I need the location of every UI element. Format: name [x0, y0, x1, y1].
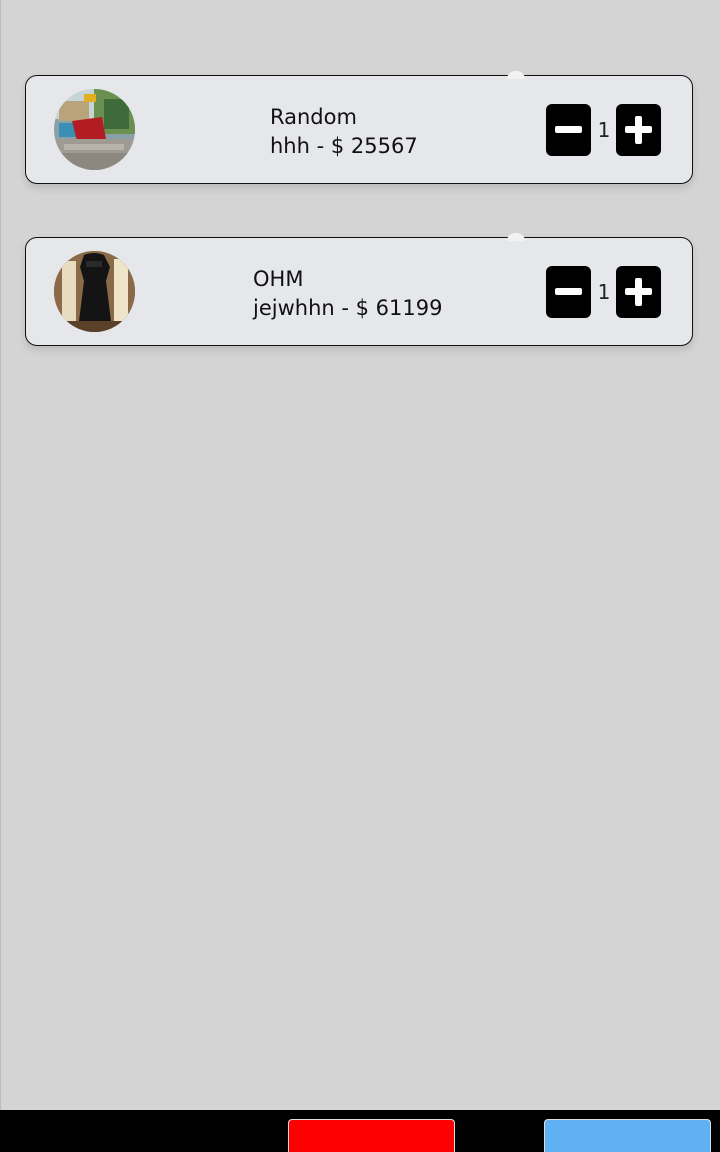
- cart-screen: Random hhh - $ 25567 1 OHM jejwhhn - $ 6…: [0, 0, 720, 1152]
- minus-icon: [555, 126, 582, 133]
- item-info: OHM jejwhhn - $ 61199: [253, 265, 442, 323]
- card-notch: [507, 71, 525, 79]
- clear-cart-button[interactable]: [288, 1119, 455, 1152]
- checkout-button[interactable]: [544, 1119, 711, 1152]
- cart-item-card: OHM jejwhhn - $ 61199 1: [25, 233, 693, 346]
- quantity-value: 1: [597, 280, 611, 304]
- minus-icon: [555, 288, 582, 295]
- decrease-quantity-button[interactable]: [546, 266, 591, 318]
- cart-item-card: Random hhh - $ 25567 1: [25, 71, 693, 184]
- bottom-action-bar: [0, 1110, 720, 1152]
- decrease-quantity-button[interactable]: [546, 104, 591, 156]
- product-image-black-dress: [54, 251, 135, 332]
- item-detail-price: jejwhhn - $ 61199: [253, 296, 443, 320]
- item-detail-price: hhh - $ 25567: [270, 134, 418, 158]
- item-name: Random: [270, 105, 357, 129]
- increase-quantity-button[interactable]: [616, 266, 661, 318]
- left-divider: [0, 0, 1, 1110]
- item-info: Random hhh - $ 25567: [270, 103, 418, 161]
- quantity-value: 1: [597, 118, 611, 142]
- card-notch: [507, 233, 525, 241]
- item-name: OHM: [253, 267, 304, 291]
- increase-quantity-button[interactable]: [616, 104, 661, 156]
- product-image-street-scene: [54, 89, 135, 170]
